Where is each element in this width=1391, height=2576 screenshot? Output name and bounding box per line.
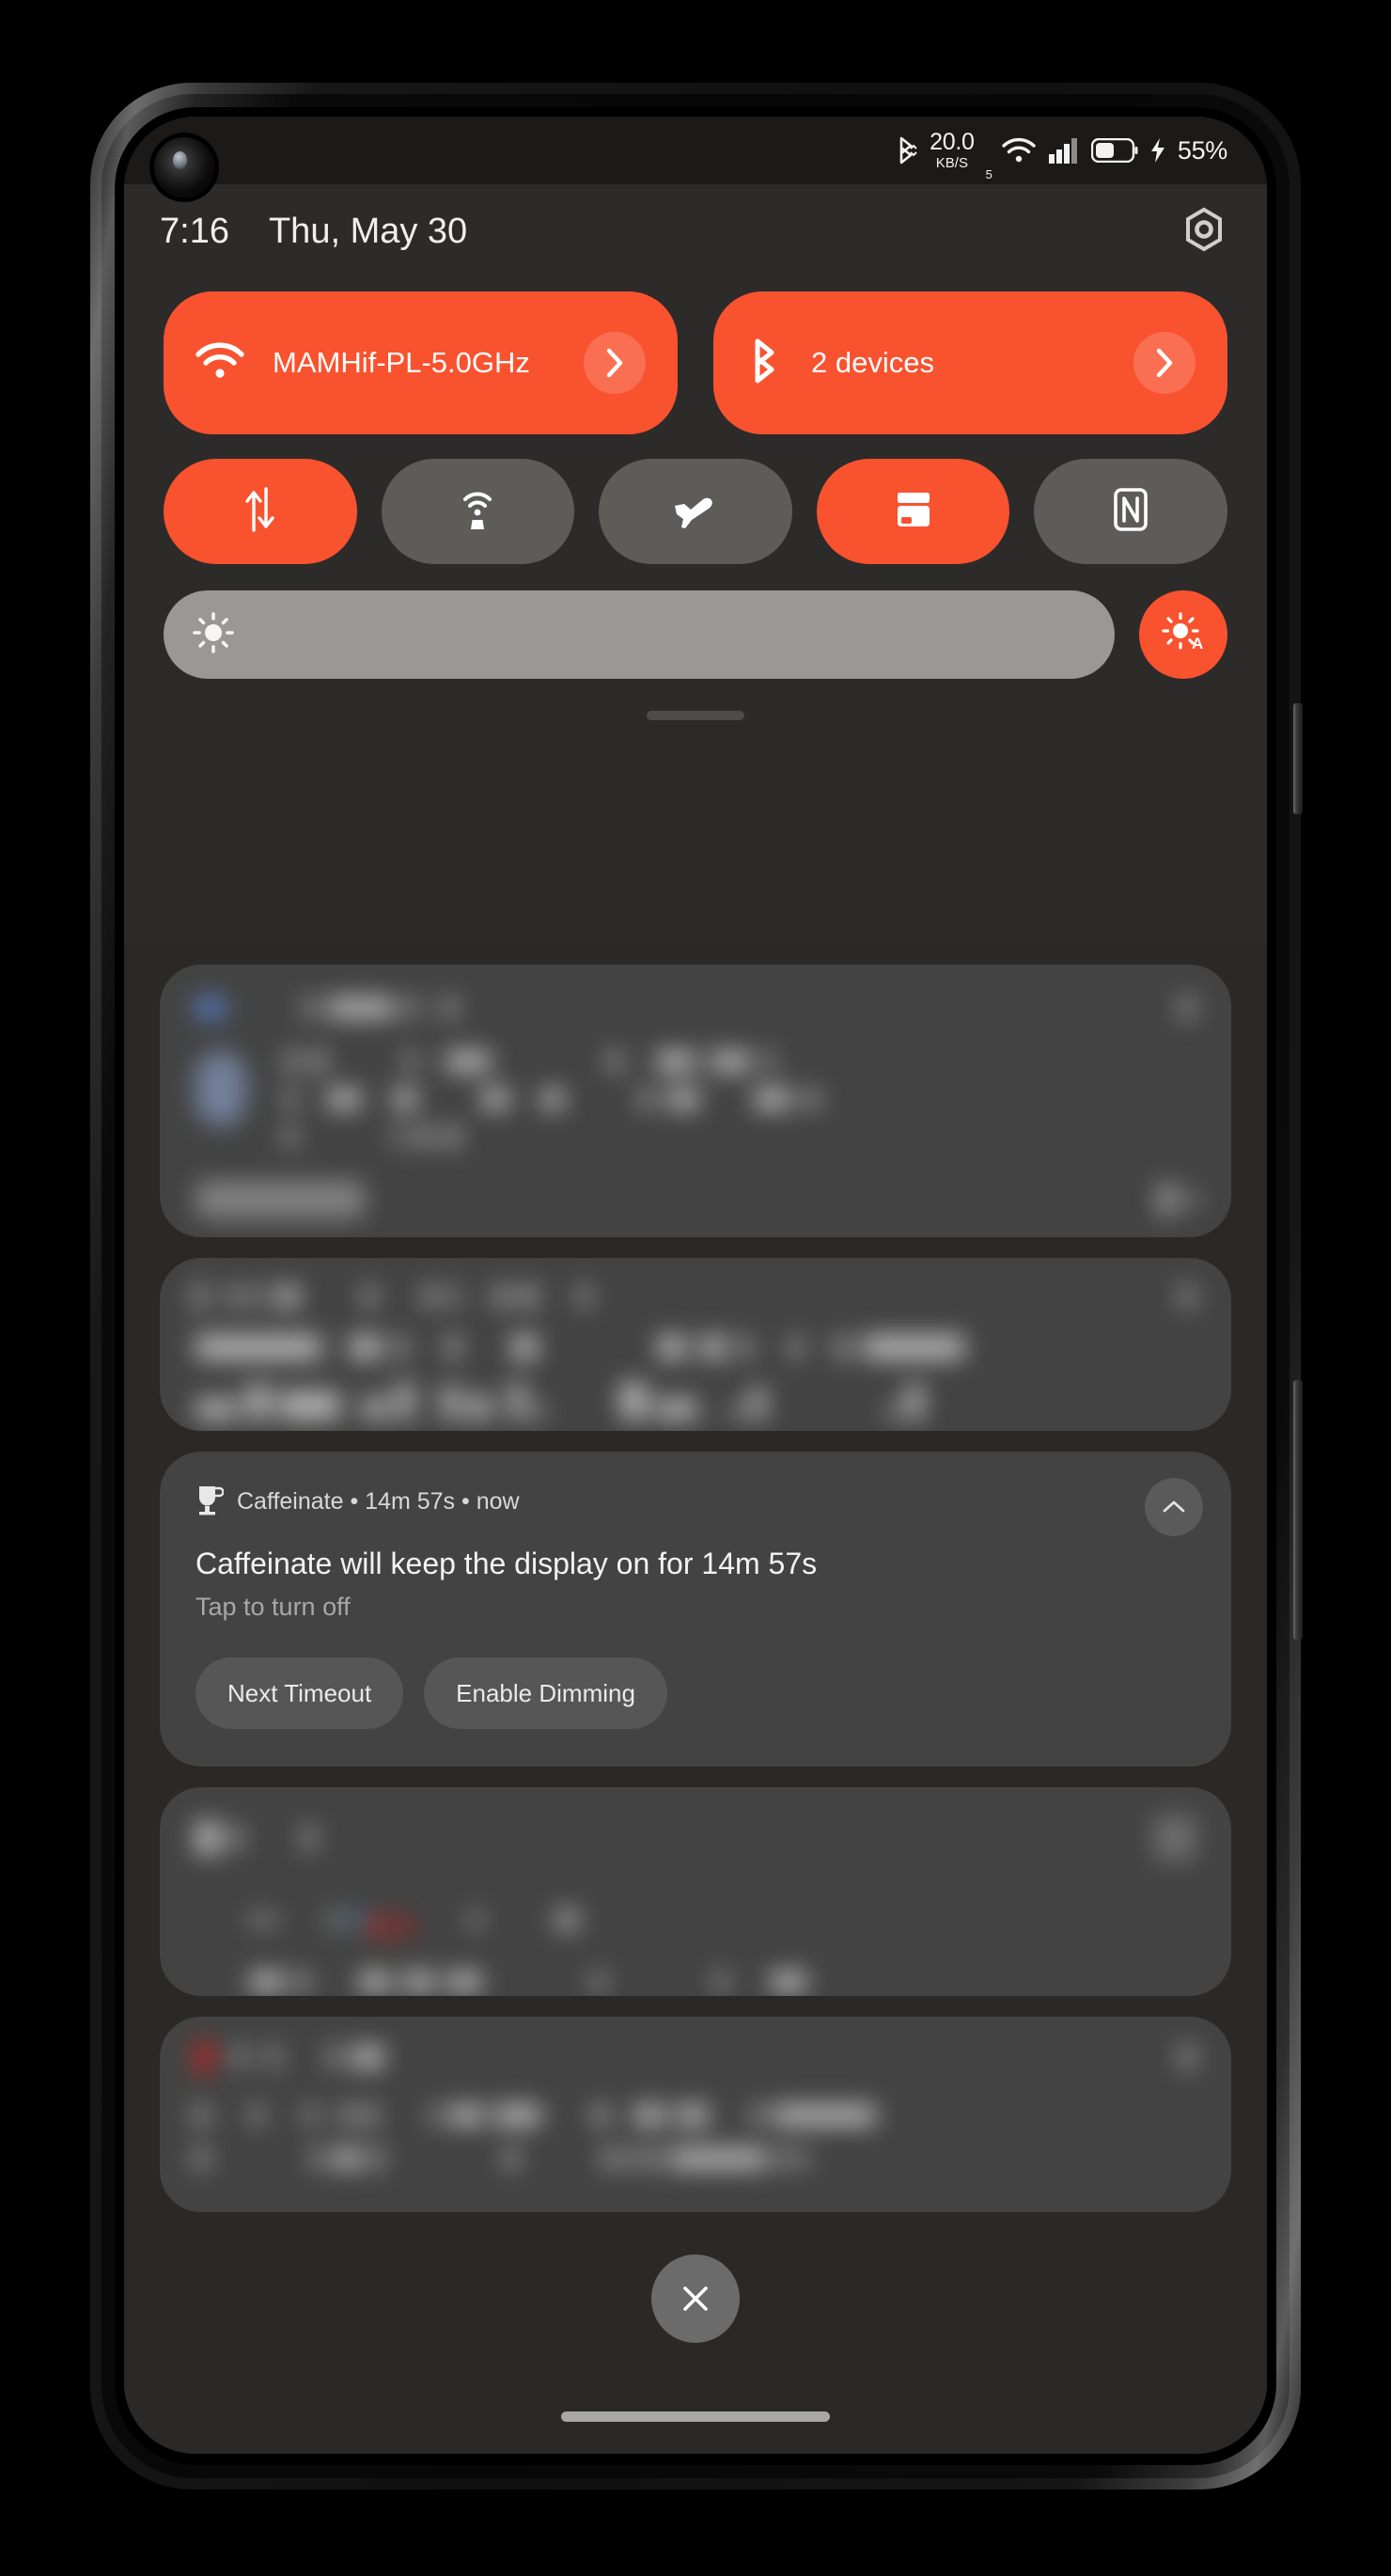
notification-caffeinate[interactable]: Caffeinate • 14m 57s • now Caffeinate wi… — [160, 1452, 1231, 1767]
network-speed-indicator: 20.0 KB/S — [930, 129, 975, 171]
cellular-signal-icon — [1048, 137, 1080, 164]
drag-handle-wrap — [124, 711, 1267, 731]
redacted-content — [160, 1258, 1231, 1431]
network-speed-unit: KB/S — [935, 155, 968, 171]
notification-header: Caffeinate • 14m 57s • now — [195, 1484, 1196, 1520]
chevron-up-icon[interactable] — [1145, 1478, 1203, 1536]
settings-gear-icon[interactable] — [1180, 206, 1227, 258]
redacted-content — [160, 2017, 1231, 2212]
power-button[interactable] — [1293, 703, 1303, 814]
quick-settings-header: 7:16 Thu, May 30 — [124, 184, 1267, 278]
auto-brightness-button[interactable]: A — [1139, 590, 1227, 679]
wifi-tile[interactable]: MAMHif-PL-5.0GHz — [164, 291, 678, 434]
shade-drag-handle[interactable] — [647, 711, 744, 720]
notification-shade: Caffeinate • 14m 57s • now Caffeinate wi… — [124, 944, 1267, 2454]
status-bar: 20.0 KB/S 5 55% — [124, 117, 1267, 184]
charging-bolt-icon — [1149, 137, 1166, 164]
bluetooth-tile[interactable]: 2 devices — [713, 291, 1227, 434]
battery-percent-label: 55% — [1177, 135, 1227, 165]
clock-time: 7:16 — [160, 211, 229, 251]
enable-dimming-button[interactable]: Enable Dimming — [424, 1657, 667, 1729]
redacted-content — [160, 1787, 1231, 1996]
bluetooth-icon — [745, 338, 783, 389]
brightness-row: A — [124, 590, 1267, 679]
notification-redacted-3[interactable] — [160, 1787, 1231, 1996]
brightness-slider[interactable] — [164, 590, 1115, 679]
close-x-icon[interactable] — [651, 2254, 740, 2343]
network-speed-value: 20.0 — [930, 129, 975, 155]
quick-settings-toggles — [124, 459, 1267, 564]
home-gesture-bar[interactable] — [561, 2411, 830, 2422]
coffee-cup-icon — [195, 1484, 225, 1520]
wifi-icon — [195, 341, 244, 385]
wifi-icon — [1001, 136, 1037, 165]
battery-icon — [1090, 138, 1138, 163]
clock-date: Thu, May 30 — [268, 211, 468, 251]
bluetooth-tile-label: 2 devices — [811, 346, 934, 379]
wallet-toggle[interactable] — [816, 459, 1010, 564]
notification-header-text: Caffeinate • 14m 57s • now — [237, 1488, 520, 1515]
mobile-data-toggle[interactable] — [164, 459, 357, 564]
notification-redacted-2[interactable] — [160, 1258, 1231, 1431]
notification-title: Caffeinate will keep the display on for … — [195, 1547, 818, 1580]
next-timeout-button[interactable]: Next Timeout — [195, 1657, 404, 1729]
bluetooth-icon — [894, 134, 918, 166]
svg-text:A: A — [1192, 635, 1203, 652]
notification-redacted-1[interactable] — [160, 965, 1231, 1237]
nfc-toggle[interactable] — [1034, 459, 1227, 564]
hotspot-icon — [456, 486, 499, 538]
chevron-right-icon[interactable] — [1133, 332, 1196, 394]
redacted-content — [160, 965, 1231, 1237]
notification-redacted-4[interactable] — [160, 2017, 1231, 2212]
chevron-right-icon[interactable] — [584, 332, 646, 394]
quick-settings-panel: 7:16 Thu, May 30 MAMHif-PL-5.0GHz 2 devi… — [124, 184, 1267, 731]
volume-button[interactable] — [1293, 1380, 1303, 1640]
nfc-icon — [1112, 487, 1149, 537]
mobile-data-arrows-icon — [242, 486, 278, 537]
airplane-icon — [671, 489, 720, 535]
notification-subtitle: Tap to turn off — [195, 1593, 351, 1621]
screenshot-root: 20.0 KB/S 5 55% 7:16 Thu, May 30 MAMHif-… — [0, 0, 1391, 2576]
phone-screen: 20.0 KB/S 5 55% 7:16 Thu, May 30 MAMHif-… — [124, 117, 1267, 2454]
auto-brightness-icon: A — [1160, 609, 1207, 661]
notification-actions: Next Timeout Enable Dimming — [195, 1657, 1196, 1729]
brightness-sun-icon — [192, 611, 235, 659]
quick-settings-big-tiles: MAMHif-PL-5.0GHz 2 devices — [124, 291, 1267, 434]
wifi-generation-label: 5 — [985, 167, 992, 181]
hotspot-toggle[interactable] — [381, 459, 575, 564]
airplane-mode-toggle[interactable] — [599, 459, 792, 564]
wifi-tile-label: MAMHif-PL-5.0GHz — [273, 346, 530, 379]
wallet-icon — [893, 488, 934, 536]
